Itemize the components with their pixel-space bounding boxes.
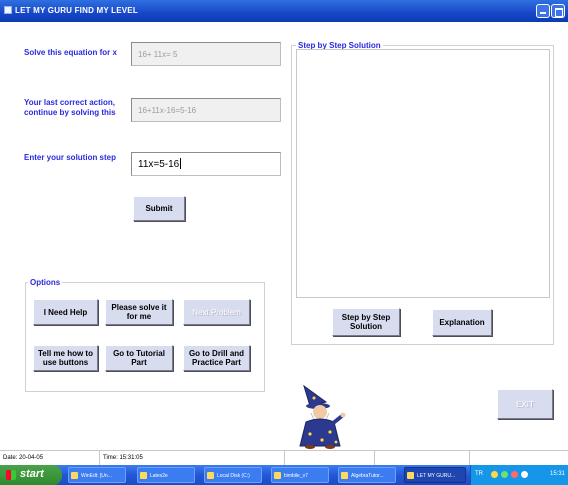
submit-button[interactable]: Submit (133, 196, 185, 221)
next-problem-button[interactable]: Next Problem (183, 299, 250, 325)
language-indicator[interactable]: TR (475, 471, 483, 477)
volume-icon[interactable] (521, 471, 528, 478)
status-panel (285, 451, 375, 465)
app-icon (4, 6, 12, 14)
clock: 15:31 (549, 471, 565, 477)
windows-taskbar: start WinEdt: [Un... Latex2e Local Disk … (0, 465, 568, 485)
next-problem-label: Next Problem (192, 307, 241, 317)
exit-button[interactable]: EXIT (497, 389, 553, 419)
window-titlebar[interactable]: LET MY GURU FIND MY LEVEL (0, 0, 568, 22)
need-help-button[interactable]: I Need Help (33, 299, 98, 325)
start-label: start (20, 468, 44, 480)
go-to-drill-button[interactable]: Go to Drill and Practice Part (183, 345, 250, 371)
text-caret (180, 158, 182, 169)
exit-label: EXIT (516, 399, 534, 409)
solution-step-input[interactable]: 11x=5-16 (131, 152, 281, 176)
please-solve-button[interactable]: Please solve it for me (105, 299, 173, 325)
app-icon (407, 472, 414, 479)
app-icon (341, 472, 348, 479)
taskbar-item[interactable]: WinEdt: [Un... (68, 467, 126, 483)
equation-field: 16+ 11x= 5 (131, 42, 281, 66)
status-date: Date: 20-04-05 (0, 451, 100, 465)
app-icon (71, 472, 78, 479)
taskbar-item-active[interactable]: LET MY GURU... (404, 467, 466, 483)
tray-icon[interactable] (511, 471, 518, 478)
status-time: Time: 15:31:05 (100, 451, 285, 465)
taskbar-item[interactable]: AlgebraTutor... (338, 467, 396, 483)
status-bar: Date: 20-04-05 Time: 15:31:05 (0, 450, 568, 465)
step-by-step-button[interactable]: Step by Step Solution (332, 308, 400, 336)
solution-text-area[interactable] (296, 49, 550, 298)
last-action-field: 16+11x-16=5-16 (131, 98, 281, 122)
drive-icon (207, 472, 214, 479)
system-tray: TR 15:31 (470, 465, 568, 485)
folder-icon (140, 472, 147, 479)
window-title: LET MY GURU FIND MY LEVEL (15, 6, 138, 15)
minimize-button[interactable] (536, 4, 550, 18)
maximize-button[interactable] (551, 4, 565, 18)
folder-icon (274, 472, 281, 479)
tray-icon[interactable] (501, 471, 508, 478)
explanation-button[interactable]: Explanation (432, 309, 492, 336)
solution-step-label: Enter your solution step (24, 153, 117, 162)
wizard-mascot-image (299, 384, 346, 449)
tray-icon[interactable] (491, 471, 498, 478)
last-action-label: Your last correct action, continue by so… (24, 98, 116, 117)
options-group-label: Options (28, 278, 63, 287)
taskbar-item[interactable]: Latex2e (137, 467, 195, 483)
windows-logo-icon (6, 470, 16, 480)
taskbar-item[interactable]: bimbile_v7 (271, 467, 329, 483)
solution-step-value: 11x=5-16 (138, 159, 180, 170)
go-to-tutorial-button[interactable]: Go to Tutorial Part (105, 345, 173, 371)
start-button[interactable]: start (0, 465, 62, 485)
taskbar-item[interactable]: Local Disk (C:) (204, 467, 262, 483)
status-panel (375, 451, 470, 465)
equation-label: Solve this equation for x (24, 48, 117, 57)
tell-me-buttons-button[interactable]: Tell me how to use buttons (33, 345, 98, 371)
